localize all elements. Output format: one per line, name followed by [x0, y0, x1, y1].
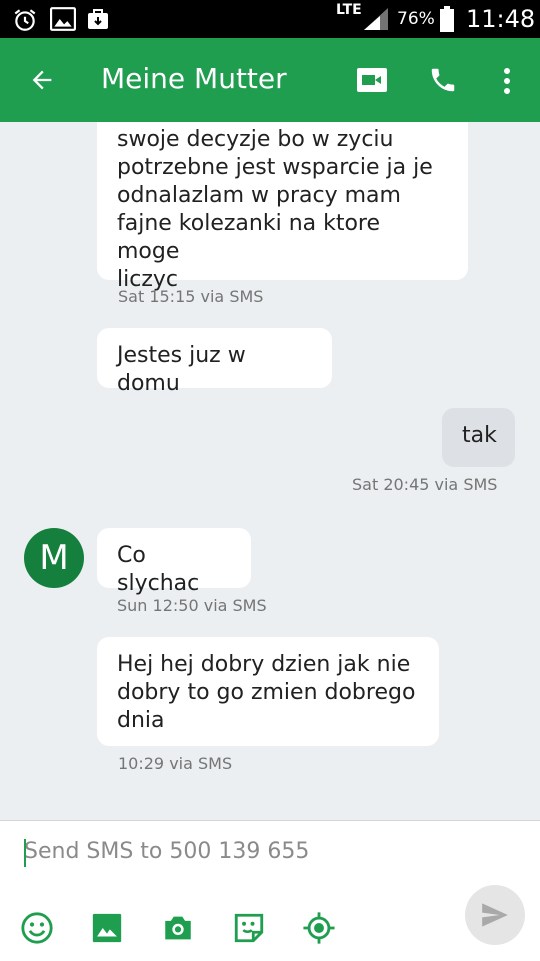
emoji-icon[interactable]	[20, 911, 54, 949]
message-line: potrzebne jest wsparcie ja je	[117, 155, 433, 180]
alarm-icon	[12, 7, 38, 37]
message-timestamp: Sat 15:15 via SMS	[118, 287, 264, 306]
message-line: swoje decyzje bo w zyciu	[117, 127, 394, 152]
message-text: Jestes juz w domu	[117, 343, 246, 396]
message-line: dobry to go zmien dobrego	[117, 680, 416, 705]
message-line: odnalazlam w pracy mam	[117, 183, 401, 208]
message-thread[interactable]: swoje decyzje bo w zyciu potrzebne jest …	[0, 122, 540, 820]
message-text: Co slychac	[117, 543, 200, 596]
clock: 11:48	[466, 5, 536, 33]
message-timestamp: Sun 12:50 via SMS	[117, 596, 267, 615]
composer: Send SMS to 500 139 655	[0, 820, 540, 961]
text-caret	[24, 839, 26, 867]
battery-icon	[440, 6, 454, 36]
message-text: tak	[462, 423, 497, 448]
sticker-icon[interactable]	[232, 911, 266, 949]
network-type: LTE	[336, 2, 362, 18]
video-call-icon[interactable]	[356, 66, 388, 98]
message-line: dnia	[117, 708, 165, 733]
message-line: Hej hej dobry dzien jak nie	[117, 652, 411, 677]
message-bubble[interactable]: Jestes juz w domu	[97, 328, 332, 396]
image-icon[interactable]	[90, 911, 124, 949]
message-timestamp: Sat 20:45 via SMS	[352, 475, 498, 494]
message-bubble[interactable]: Co slychac	[97, 528, 251, 596]
send-button[interactable]	[465, 885, 525, 945]
message-line: fajne kolezanki na ktore moge	[117, 211, 381, 264]
phone-icon[interactable]	[428, 65, 458, 99]
message-bubble-outgoing[interactable]: tak	[442, 408, 515, 467]
status-bar: LTE 76% 11:48	[0, 0, 540, 38]
more-vert-icon[interactable]	[498, 66, 516, 100]
contact-avatar[interactable]: M	[24, 528, 84, 588]
bag-icon	[86, 7, 110, 35]
arrow-back-icon[interactable]	[28, 66, 56, 98]
signal-icon	[362, 8, 388, 34]
app-bar: Meine Mutter	[0, 38, 540, 122]
conversation-title: Meine Mutter	[101, 62, 287, 95]
message-bubble[interactable]: Hej hej dobry dzien jak nie dobry to go …	[97, 637, 439, 746]
sms-input[interactable]: Send SMS to 500 139 655	[24, 839, 309, 864]
send-icon	[482, 903, 508, 927]
message-timestamp: 10:29 via SMS	[118, 754, 233, 773]
message-bubble[interactable]: swoje decyzje bo w zyciu potrzebne jest …	[97, 122, 468, 292]
location-icon[interactable]	[302, 911, 336, 949]
battery-percent: 76%	[397, 9, 435, 29]
camera-icon[interactable]	[161, 911, 195, 949]
gallery-icon	[50, 7, 76, 35]
